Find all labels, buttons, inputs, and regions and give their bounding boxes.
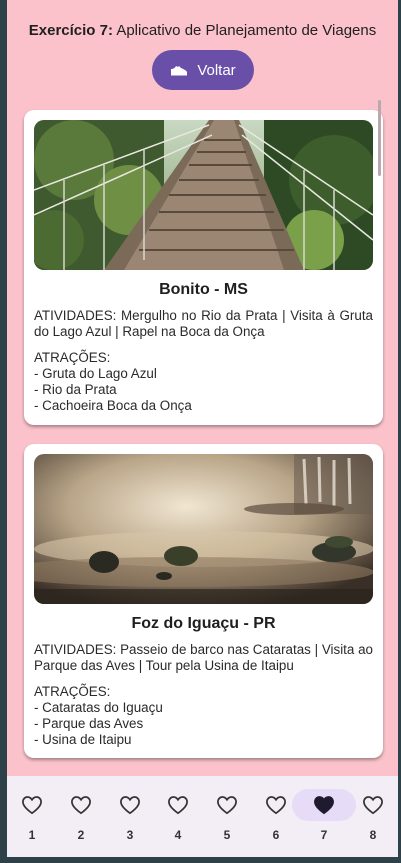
app-screen: Exercício 7: Aplicativo de Planejamento …	[7, 0, 398, 857]
attraction-item: - Rio da Prata	[34, 382, 117, 397]
scrollbar[interactable]	[378, 100, 381, 176]
tab-label: 4	[174, 828, 182, 842]
destination-title: Foz do Iguaçu - PR	[131, 615, 276, 632]
tab-4[interactable]: 4	[155, 789, 201, 844]
tab-6[interactable]: 6	[253, 789, 299, 844]
back-button[interactable]: Voltar	[152, 50, 254, 90]
destination-attractions: ATRAÇÕES: - Gruta do Lago Azul - Rio da …	[34, 350, 373, 414]
sneaker-icon	[170, 64, 188, 76]
tab-label: 7	[320, 828, 328, 842]
destination-activities: ATIVIDADES: Mergulho no Rio da Prata | V…	[34, 308, 373, 339]
heart-outline-icon	[202, 789, 252, 821]
bottom-tab-bar: 1 2 3 4 5 6 7 8	[7, 776, 398, 857]
attraction-item: - Cachoeira Boca da Onça	[34, 398, 192, 413]
destination-image	[34, 454, 373, 604]
back-button-label: Voltar	[197, 61, 236, 79]
tab-label: 5	[223, 828, 231, 842]
attraction-item: - Cataratas do Iguaçu	[34, 700, 163, 715]
attractions-label: ATRAÇÕES:	[34, 684, 111, 699]
heart-outline-icon	[105, 789, 155, 821]
tab-label: 3	[126, 828, 134, 842]
tab-7[interactable]: 7	[292, 789, 356, 844]
attraction-item: - Usina de Itaipu	[34, 732, 132, 747]
attraction-item: - Gruta do Lago Azul	[34, 366, 157, 381]
tab-1[interactable]: 1	[9, 789, 55, 844]
destination-image	[34, 120, 373, 270]
destinations-list[interactable]: Bonito - MS ATIVIDADES: Mergulho no Rio …	[7, 100, 398, 776]
tab-label: 6	[272, 828, 280, 842]
tab-8[interactable]: 8	[350, 789, 396, 844]
tab-5[interactable]: 5	[204, 789, 250, 844]
heart-filled-icon	[292, 789, 356, 821]
heart-outline-icon	[56, 789, 106, 821]
tab-label: 1	[28, 828, 36, 842]
attraction-item: - Parque das Aves	[34, 716, 144, 731]
exercise-label: Exercício 7:	[28, 22, 113, 39]
tab-label: 2	[77, 828, 85, 842]
heart-outline-icon	[153, 789, 203, 821]
app-title: Aplicativo de Planejamento de Viagens	[116, 22, 377, 39]
destination-card: Foz do Iguaçu - PR ATIVIDADES: Passeio d…	[24, 444, 383, 758]
tab-3[interactable]: 3	[107, 789, 153, 844]
heart-outline-icon	[7, 789, 57, 821]
destination-card: Bonito - MS ATIVIDADES: Mergulho no Rio …	[24, 110, 383, 425]
tab-label: 8	[369, 828, 377, 842]
heart-outline-icon	[348, 789, 398, 821]
tab-2[interactable]: 2	[58, 789, 104, 844]
destination-attractions: ATRAÇÕES: - Cataratas do Iguaçu - Parque…	[34, 684, 373, 748]
attractions-label: ATRAÇÕES:	[34, 350, 111, 365]
destination-activities: ATIVIDADES: Passeio de barco nas Catarat…	[34, 642, 373, 673]
destination-title: Bonito - MS	[159, 281, 248, 298]
page-title: Exercício 7: Aplicativo de Planejamento …	[7, 22, 398, 39]
